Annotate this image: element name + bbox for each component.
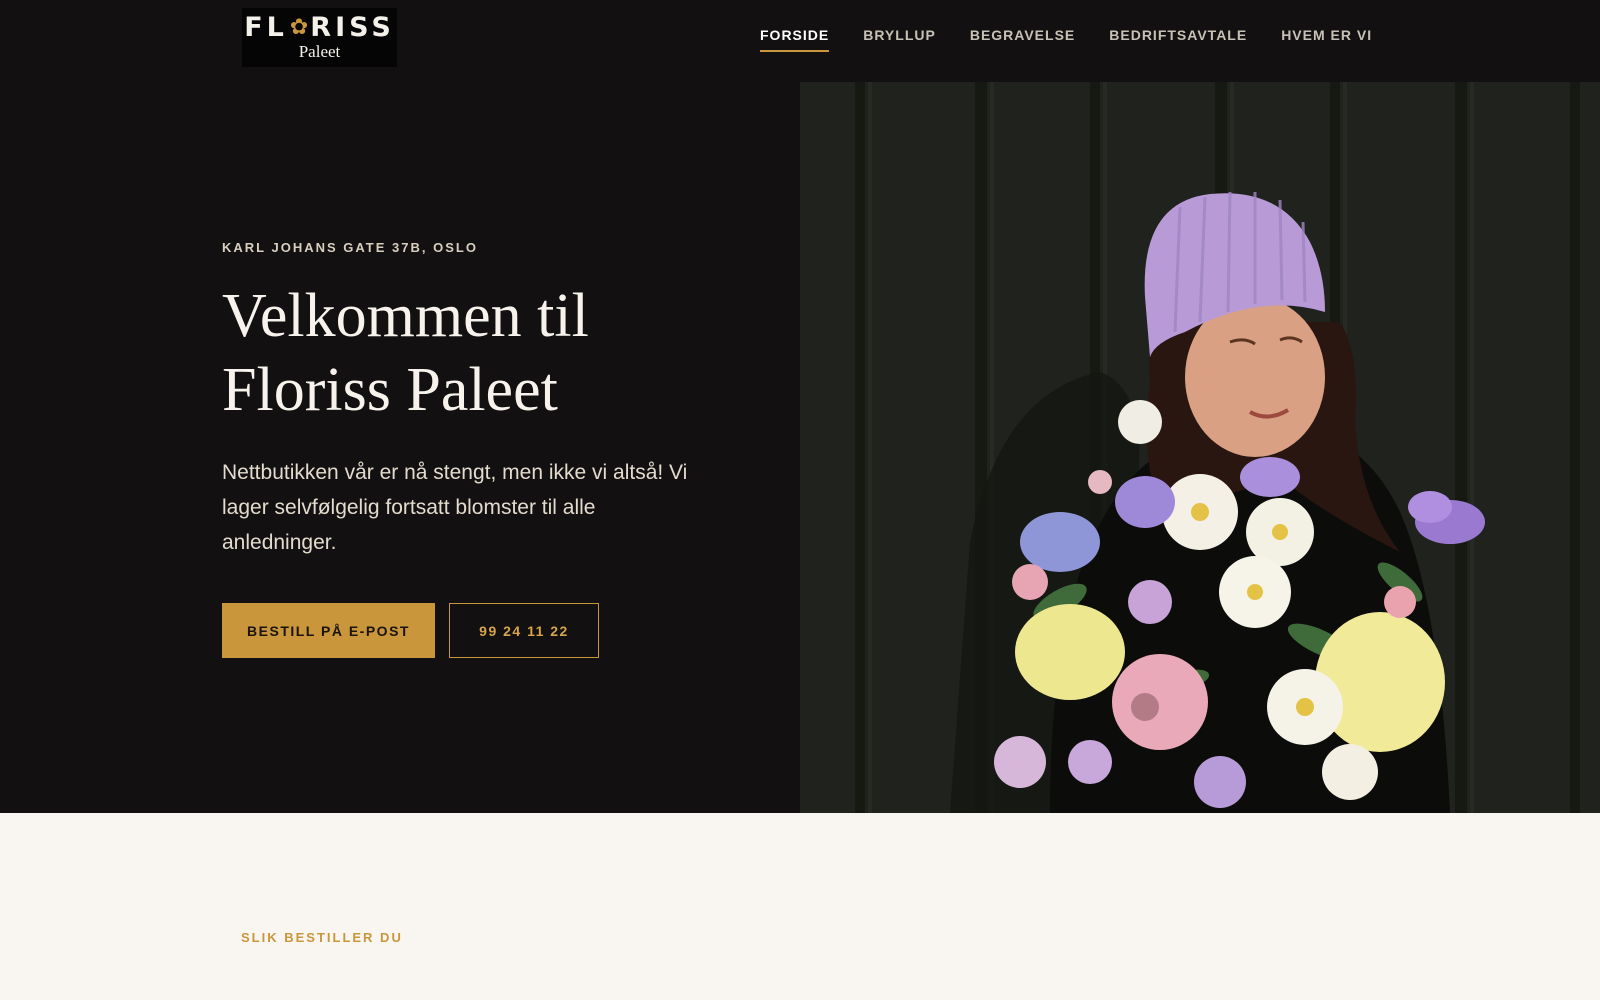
hero-title: Velkommen til Floriss Paleet	[222, 279, 722, 427]
logo-subtitle: Paleet	[298, 42, 341, 61]
site-header: FL✿RISS Paleet FORSIDE BRYLLUP BEGRAVELS…	[0, 0, 1600, 82]
nav-item-bryllup[interactable]: BRYLLUP	[863, 27, 936, 52]
hero-buttons: BESTILL PÅ E-POST 99 24 11 22	[222, 603, 599, 658]
nav-item-hvem-er-vi[interactable]: HVEM ER VI	[1281, 27, 1372, 52]
flower-icon: ✿	[289, 15, 309, 40]
order-by-email-button[interactable]: BESTILL PÅ E-POST	[222, 603, 435, 658]
nav-item-forside[interactable]: FORSIDE	[760, 27, 830, 52]
nav-item-bedriftsavtale[interactable]: BEDRIFTSAVTALE	[1109, 27, 1247, 52]
phone-button[interactable]: 99 24 11 22	[449, 603, 599, 658]
hero-title-line1: Velkommen til	[222, 282, 589, 350]
how-to-order-section: SLIK BESTILLER DU	[0, 813, 1600, 1000]
hero-photo	[800, 82, 1600, 813]
logo-wordmark: FL✿RISS	[244, 12, 395, 43]
hero-title-line2: Floriss Paleet	[222, 356, 558, 424]
hero-content: KARL JOHANS GATE 37B, OSLO Velkommen til…	[222, 240, 722, 560]
main-nav: FORSIDE BRYLLUP BEGRAVELSE BEDRIFTSAVTAL…	[760, 27, 1406, 52]
hero-address: KARL JOHANS GATE 37B, OSLO	[222, 240, 478, 255]
logo[interactable]: FL✿RISS Paleet	[242, 8, 397, 67]
hero-text: Nettbutikken vår er nå stengt, men ikke …	[222, 461, 688, 554]
section-eyebrow: SLIK BESTILLER DU	[241, 930, 403, 945]
nav-item-begravelse[interactable]: BEGRAVELSE	[970, 27, 1075, 52]
